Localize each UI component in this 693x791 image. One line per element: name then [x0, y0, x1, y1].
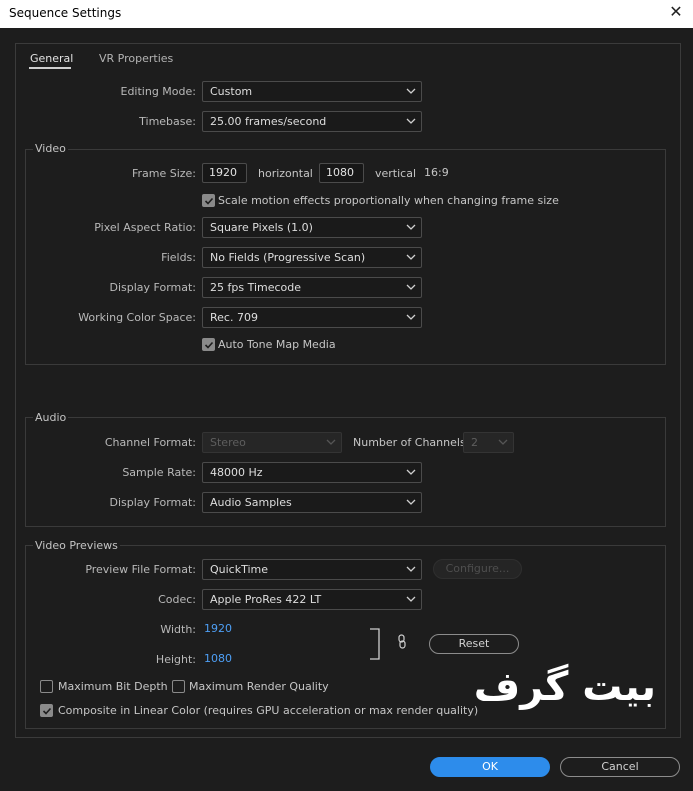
sample-rate-value: 48000 Hz [210, 466, 263, 479]
cancel-button[interactable]: Cancel [560, 757, 680, 777]
preview-file-format-value: QuickTime [210, 563, 269, 576]
linear-color-checkbox[interactable] [40, 704, 53, 717]
link-icon[interactable] [396, 634, 408, 650]
chevron-down-icon [406, 224, 416, 230]
chevron-down-icon [406, 314, 416, 320]
pixel-aspect-value: Square Pixels (1.0) [210, 221, 313, 234]
editing-mode-label: Editing Mode: [120, 85, 197, 98]
preview-file-format-select[interactable]: QuickTime [202, 559, 422, 580]
checkmark-icon [204, 197, 214, 205]
channel-format-label: Channel Format: [104, 436, 196, 449]
linear-color-label: Composite in Linear Color (requires GPU … [58, 704, 479, 717]
frame-width-input[interactable]: 1920 [202, 163, 247, 183]
working-color-value: Rec. 709 [210, 311, 258, 324]
tab-active-indicator [29, 67, 71, 69]
editing-mode-value: Custom [210, 85, 253, 98]
display-format-value: 25 fps Timecode [210, 281, 302, 294]
channel-format-value: Stereo [210, 436, 246, 449]
vertical-label: vertical [375, 167, 417, 180]
scale-motion-label: Scale motion effects proportionally when… [218, 194, 559, 207]
codec-value: Apple ProRes 422 LT [210, 593, 322, 606]
chevron-down-icon [406, 469, 416, 475]
tab-general[interactable]: General [30, 52, 73, 65]
working-color-select[interactable]: Rec. 709 [202, 307, 422, 328]
timebase-label: Timebase: [139, 115, 196, 128]
chevron-down-icon [326, 439, 336, 445]
frame-size-label: Frame Size: [131, 167, 196, 180]
chevron-down-icon [498, 439, 508, 445]
frame-height-input[interactable]: 1080 [319, 163, 364, 183]
sample-rate-label: Sample Rate: [122, 466, 196, 479]
auto-tone-label: Auto Tone Map Media [218, 338, 336, 351]
display-format-select[interactable]: 25 fps Timecode [202, 277, 422, 298]
height-label: Height: [155, 653, 196, 666]
audio-display-format-label: Display Format: [109, 496, 196, 509]
num-channels-label: Number of Channels: [353, 436, 470, 449]
num-channels-select: 2 [463, 432, 514, 453]
tab-vr-properties[interactable]: VR Properties [99, 52, 173, 65]
title-bar: Sequence Settings ✕ [0, 0, 693, 28]
watermark-logo: بیت گرف [473, 664, 656, 710]
video-previews-group-title: Video Previews [33, 539, 120, 552]
chevron-down-icon [406, 499, 416, 505]
codec-select[interactable]: Apple ProRes 422 LT [202, 589, 422, 610]
width-label: Width: [160, 623, 196, 636]
configure-button: Configure... [433, 559, 522, 579]
audio-display-format-value: Audio Samples [210, 496, 292, 509]
aspect-ratio-text: 16:9 [424, 166, 449, 179]
working-color-label: Working Color Space: [78, 311, 196, 324]
chevron-down-icon [406, 566, 416, 572]
reset-button[interactable]: Reset [429, 634, 519, 654]
editing-mode-select[interactable]: Custom [202, 81, 422, 102]
chevron-down-icon [406, 254, 416, 260]
audio-display-format-select[interactable]: Audio Samples [202, 492, 422, 513]
ok-button[interactable]: OK [430, 757, 550, 777]
codec-label: Codec: [158, 593, 196, 606]
chevron-down-icon [406, 88, 416, 94]
close-icon[interactable]: ✕ [667, 3, 685, 21]
checkmark-icon [42, 707, 52, 715]
chevron-down-icon [406, 596, 416, 602]
max-bit-depth-label: Maximum Bit Depth [58, 680, 168, 693]
audio-group-title: Audio [33, 411, 69, 424]
timebase-value: 25.00 frames/second [210, 115, 327, 128]
fields-select[interactable]: No Fields (Progressive Scan) [202, 247, 422, 268]
max-render-quality-checkbox[interactable] [172, 680, 185, 693]
display-format-label: Display Format: [109, 281, 196, 294]
chevron-down-icon [406, 284, 416, 290]
height-value[interactable]: 1080 [204, 652, 232, 665]
checkmark-icon [204, 341, 214, 349]
window-title: Sequence Settings [9, 6, 122, 20]
auto-tone-checkbox[interactable] [202, 338, 215, 351]
constrain-bracket-icon [370, 628, 380, 660]
scale-motion-checkbox[interactable] [202, 194, 215, 207]
timebase-select[interactable]: 25.00 frames/second [202, 111, 422, 132]
preview-file-format-label: Preview File Format: [85, 563, 196, 576]
width-value[interactable]: 1920 [204, 622, 232, 635]
fields-value: No Fields (Progressive Scan) [210, 251, 366, 264]
pixel-aspect-select[interactable]: Square Pixels (1.0) [202, 217, 422, 238]
sample-rate-select[interactable]: 48000 Hz [202, 462, 422, 483]
video-group-title: Video [33, 142, 68, 155]
max-bit-depth-checkbox[interactable] [40, 680, 53, 693]
max-render-quality-label: Maximum Render Quality [189, 680, 329, 693]
fields-label: Fields: [161, 251, 196, 264]
pixel-aspect-label: Pixel Aspect Ratio: [94, 221, 196, 234]
num-channels-value: 2 [471, 436, 478, 449]
horizontal-label: horizontal [258, 167, 313, 180]
channel-format-select: Stereo [202, 432, 342, 453]
chevron-down-icon [406, 118, 416, 124]
